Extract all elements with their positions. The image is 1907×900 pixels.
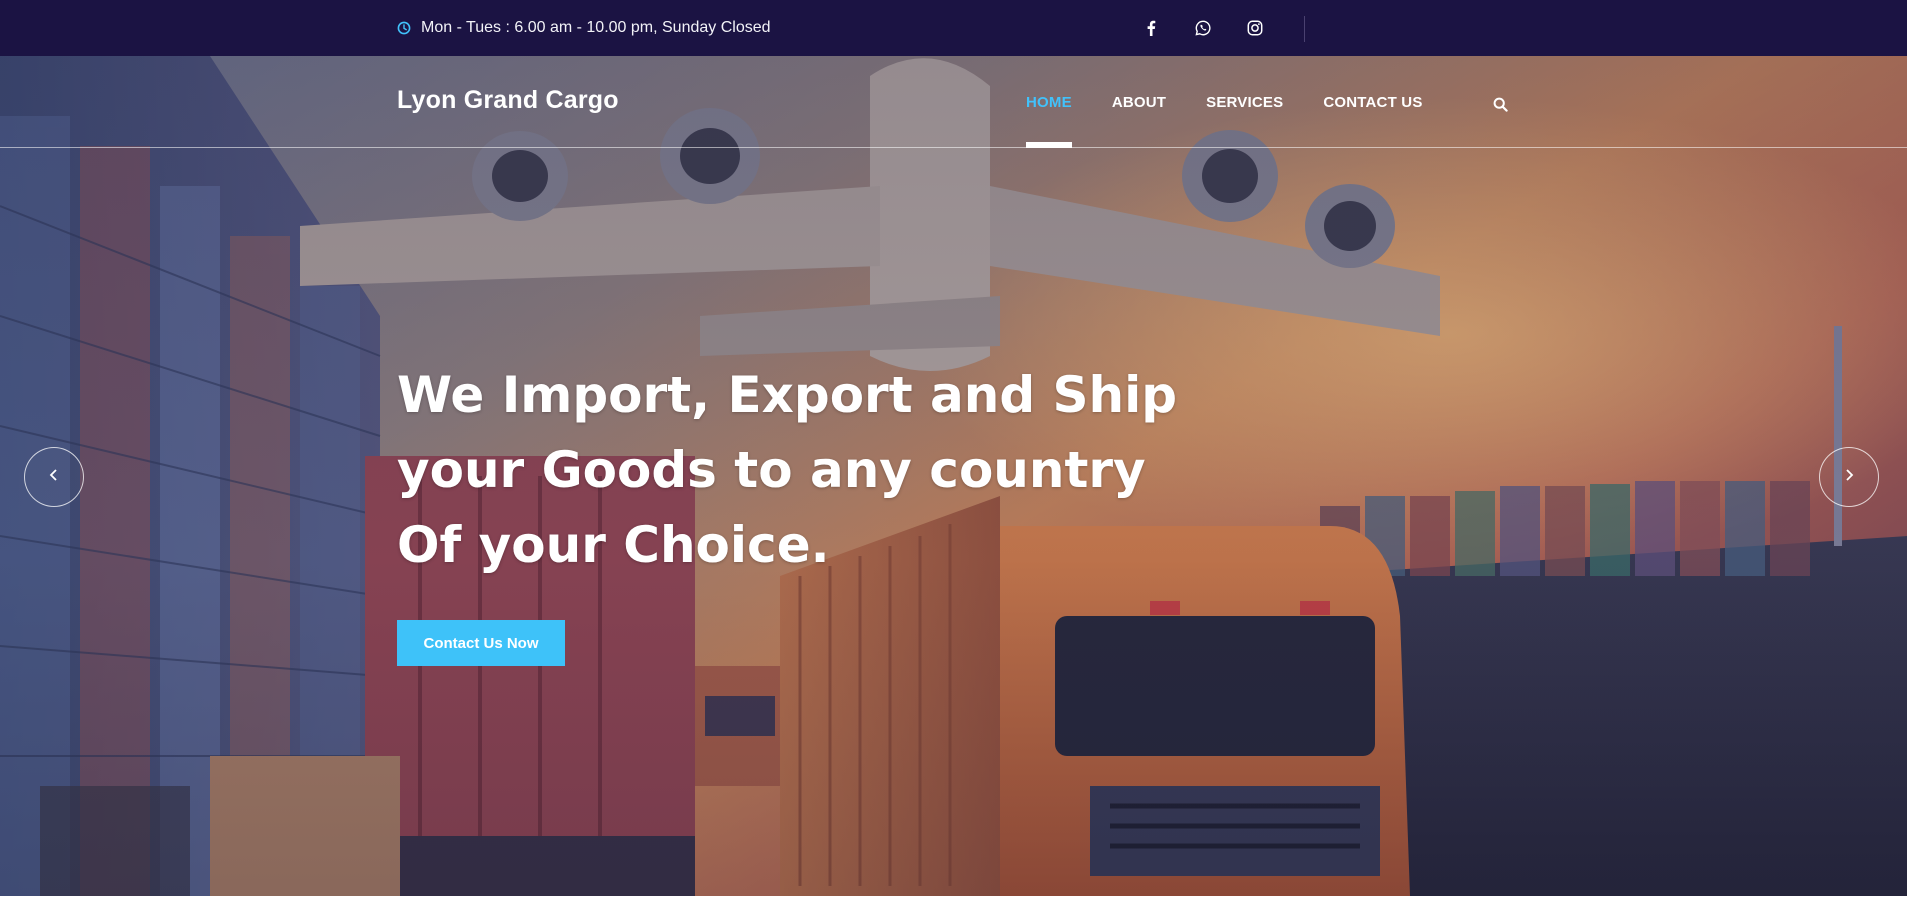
chevron-right-icon xyxy=(1843,468,1855,487)
whatsapp-icon[interactable] xyxy=(1192,17,1214,39)
nav-item-about[interactable]: ABOUT xyxy=(1112,56,1166,148)
site-header: Lyon Grand Cargo HOME ABOUT SERVICES CON… xyxy=(0,56,1907,148)
contact-us-now-button[interactable]: Contact Us Now xyxy=(397,620,565,666)
nav-item-home[interactable]: HOME xyxy=(1026,56,1072,148)
top-bar: Mon - Tues : 6.00 am - 10.00 pm, Sunday … xyxy=(0,0,1907,56)
social-links xyxy=(1140,0,1266,56)
hero-headline: We Import, Export and Ship your Goods to… xyxy=(397,366,1178,574)
opening-hours-text: Mon - Tues : 6.00 am - 10.00 pm, Sunday … xyxy=(421,19,771,36)
slider-prev-button[interactable] xyxy=(24,447,84,507)
main-nav: HOME ABOUT SERVICES CONTACT US xyxy=(1026,56,1423,148)
topbar-divider xyxy=(1304,16,1305,42)
facebook-icon[interactable] xyxy=(1140,17,1162,39)
instagram-icon[interactable] xyxy=(1244,17,1266,39)
slider-next-button[interactable] xyxy=(1819,447,1879,507)
clock-icon xyxy=(397,21,411,35)
nav-item-services[interactable]: SERVICES xyxy=(1206,56,1283,148)
search-icon[interactable] xyxy=(1488,92,1512,116)
nav-item-contact-us[interactable]: CONTACT US xyxy=(1323,56,1422,148)
chevron-left-icon xyxy=(48,468,60,487)
brand-logo-text[interactable]: Lyon Grand Cargo xyxy=(397,86,619,115)
opening-hours: Mon - Tues : 6.00 am - 10.00 pm, Sunday … xyxy=(397,0,771,56)
